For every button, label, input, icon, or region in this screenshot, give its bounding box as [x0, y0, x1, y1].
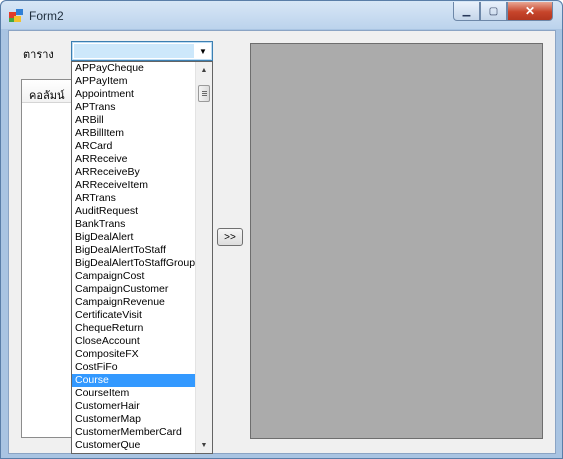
minimize-icon: ▁ [462, 5, 471, 17]
close-button[interactable]: ✕ [507, 2, 553, 21]
dropdown-item[interactable]: CompositeFX [72, 348, 196, 361]
dropdown-item[interactable]: CustomerHair [72, 400, 196, 413]
dropdown-item[interactable]: ARBill [72, 114, 196, 127]
dropdown-item[interactable]: CertificateVisit [72, 309, 196, 322]
dropdown-item[interactable]: CustomerMemberCard [72, 426, 196, 439]
dropdown-item[interactable]: ARBillItem [72, 127, 196, 140]
dropdown-item[interactable]: AuditRequest [72, 205, 196, 218]
scroll-down-icon[interactable]: ▼ [196, 437, 212, 453]
table-dropdown-list[interactable]: APPayCheque APPayItem Appointment APTrans AR… [71, 61, 213, 454]
move-right-button[interactable]: >> [217, 228, 243, 246]
app-icon [9, 9, 23, 22]
table-combobox[interactable]: ▼ [71, 41, 213, 61]
maximize-icon: ▢ [488, 5, 499, 17]
form2-window: Form2 ▁ ▢ ✕ ตาราง ▼ คอลัมน์ >> APPayCheq… [0, 0, 563, 459]
dropdown-item[interactable]: ARReceive [72, 153, 196, 166]
dropdown-item[interactable]: ChequeReturn [72, 322, 196, 335]
dropdown-item[interactable]: BankTrans [72, 218, 196, 231]
dropdown-item[interactable]: CustomerMap [72, 413, 196, 426]
minimize-button[interactable]: ▁ [453, 2, 480, 21]
dropdown-item[interactable]: CampaignCustomer [72, 283, 196, 296]
dropdown-item[interactable]: APPayCheque [72, 62, 196, 75]
scroll-up-icon[interactable]: ▲ [196, 62, 212, 78]
dropdown-scrollbar[interactable]: ▲ ▼ [195, 62, 212, 453]
dropdown-item[interactable]: CampaignRevenue [72, 296, 196, 309]
dropdown-item[interactable]: CostFiFo [72, 361, 196, 374]
columns-header-label: คอลัมน์ [29, 90, 65, 102]
dropdown-items: APPayCheque APPayItem Appointment APTrans AR… [72, 62, 196, 452]
title-bar[interactable]: Form2 ▁ ▢ ✕ [1, 1, 562, 29]
grip-line [202, 91, 207, 92]
dropdown-item[interactable]: APPayItem [72, 75, 196, 88]
grip-line [202, 95, 207, 96]
dropdown-item[interactable]: ARReceiveItem [72, 179, 196, 192]
dropdown-item[interactable]: BigDealAlertToStaff [72, 244, 196, 257]
combo-value [74, 44, 194, 58]
dropdown-item[interactable]: CustomerQue [72, 439, 196, 452]
dropdown-item[interactable]: APTrans [72, 101, 196, 114]
chevron-down-icon[interactable]: ▼ [196, 44, 210, 58]
dropdown-item[interactable]: ARCard [72, 140, 196, 153]
move-right-label: >> [224, 231, 236, 243]
preview-panel [250, 43, 543, 439]
dropdown-item[interactable]: ARReceiveBy [72, 166, 196, 179]
dropdown-item[interactable]: CourseItem [72, 387, 196, 400]
dropdown-item[interactable]: ARTrans [72, 192, 196, 205]
dropdown-item[interactable]: CampaignCost [72, 270, 196, 283]
table-label: ตาราง [23, 49, 54, 61]
close-icon: ✕ [524, 4, 536, 18]
dropdown-item[interactable]: BigDealAlert [72, 231, 196, 244]
dropdown-item[interactable]: CloseAccount [72, 335, 196, 348]
grip-line [202, 93, 207, 94]
window-title: Form2 [29, 9, 64, 23]
scroll-thumb[interactable] [198, 85, 210, 102]
client-area: ตาราง ▼ คอลัมน์ >> APPayCheque APPayItem A… [8, 30, 556, 454]
dropdown-item[interactable]: BigDealAlertToStaffGroup [72, 257, 196, 270]
maximize-button[interactable]: ▢ [480, 2, 507, 21]
dropdown-item[interactable]: Appointment [72, 88, 196, 101]
dropdown-item[interactable]: Course [72, 374, 196, 387]
